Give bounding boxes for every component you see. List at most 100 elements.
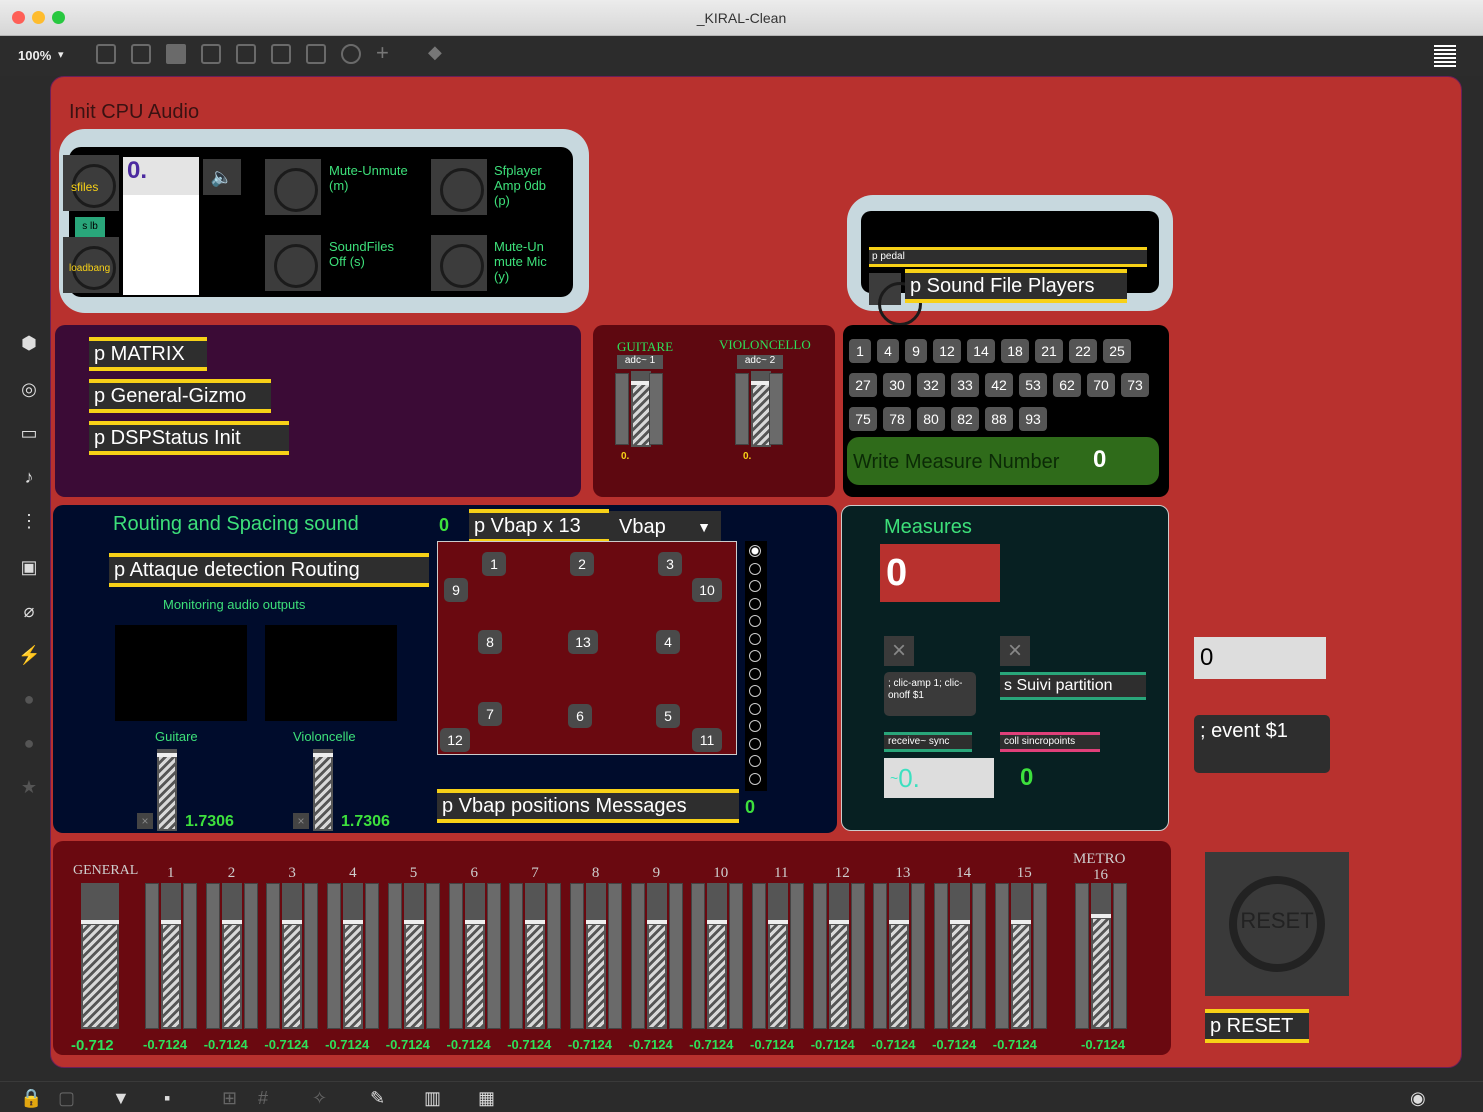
speaker-icon[interactable]: 🔈 [203,159,241,195]
image-icon[interactable]: ▣ [18,556,40,578]
speaker-12[interactable]: 12 [440,728,470,752]
speaker-11[interactable]: 11 [692,728,722,752]
mute-mic-button[interactable] [431,235,487,291]
measure-button-4[interactable]: 4 [877,339,899,363]
violoncelle-toggle[interactable]: × [293,813,309,829]
message-object-icon[interactable] [131,44,151,64]
reset-button[interactable]: RESET [1205,852,1349,996]
speaker-radio-4[interactable] [749,597,761,610]
layers-icon[interactable]: ▪ [164,1087,170,1109]
grid-view-icon[interactable] [1434,45,1456,67]
paint-bucket-icon[interactable]: ◆ [428,42,442,63]
measure-button-93[interactable]: 93 [1019,407,1047,431]
speaker-radio-14[interactable] [749,772,761,785]
speaker-13[interactable]: 13 [568,630,598,654]
speaker-radio-7[interactable] [749,650,761,662]
speaker-7[interactable]: 7 [478,702,502,726]
violoncelle-output-value[interactable]: 1.7306 [341,813,390,831]
channel-value-14[interactable]: -0.7124 [932,1037,976,1052]
channel-value-10[interactable]: -0.7124 [689,1037,733,1052]
measure-button-82[interactable]: 82 [951,407,979,431]
measure-button-53[interactable]: 53 [1019,373,1047,397]
b-icon[interactable]: ● [18,732,40,754]
measure-button-33[interactable]: 33 [951,373,979,397]
speaker-9[interactable]: 9 [444,578,468,602]
guitare-toggle[interactable]: × [137,813,153,829]
receive-sync-object[interactable]: receive~ sync [884,732,972,752]
measure-number[interactable]: 0 [880,544,1000,602]
general-gizmo-subpatcher[interactable]: p General-Gizmo [89,379,271,413]
adc1-object[interactable]: adc~ 1 [617,355,663,369]
grid-icon[interactable]: # [258,1087,268,1109]
clic-toggle[interactable]: × [884,636,914,666]
measure-button-1[interactable]: 1 [849,339,871,363]
matrix-subpatcher[interactable]: p MATRIX [89,337,207,371]
bang-object-icon[interactable] [236,44,256,64]
channel-value-9[interactable]: -0.7124 [629,1037,673,1052]
wrench-icon[interactable]: ✎ [370,1087,385,1109]
presentation-icon[interactable]: ▢ [58,1087,75,1109]
sequence-icon[interactable]: ⋮ [18,510,40,532]
paperclip-icon[interactable]: ⌀ [18,600,40,622]
sfplayers-toggle[interactable] [869,273,922,326]
channel-fader-7[interactable] [525,883,546,1029]
measure-button-70[interactable]: 70 [1087,373,1115,397]
measure-button-73[interactable]: 73 [1121,373,1149,397]
channel-value-1[interactable]: -0.7124 [143,1037,187,1052]
measure-button-62[interactable]: 62 [1053,373,1081,397]
keypad-icon[interactable]: ▦ [478,1087,495,1109]
package-icon[interactable]: ⬢ [18,332,40,354]
sfplayer-amp-button[interactable] [431,159,487,215]
speaker-radio-3[interactable] [749,580,761,592]
speaker-8[interactable]: 8 [478,630,502,654]
speaker-radio-2[interactable] [749,562,761,575]
channel-fader-4[interactable] [343,883,364,1029]
metro-value[interactable]: -0.7124 [1081,1037,1125,1052]
vbap-positions-subpatcher[interactable]: p Vbap positions Messages [437,789,739,823]
panel-icon[interactable]: ▭ [18,422,40,444]
metro-fader[interactable] [1091,883,1111,1029]
debug-icon[interactable]: ✧ [312,1087,327,1109]
dial-object-icon[interactable] [341,44,361,64]
speaker-4[interactable]: 4 [656,630,680,654]
comment-bubble-icon[interactable]: ▼ [112,1087,130,1109]
measure-button-75[interactable]: 75 [849,407,877,431]
channel-fader-12[interactable] [828,883,849,1029]
soundfiles-off-button[interactable] [265,235,321,291]
speaker-radio-12[interactable] [749,737,761,750]
speaker-radiogroup[interactable] [745,541,767,791]
channel-fader-1[interactable] [161,883,181,1029]
vbap-menu[interactable]: Vbap ▼ [609,511,721,543]
channel-fader-15[interactable] [1010,883,1031,1029]
speaker-10[interactable]: 10 [692,578,722,602]
comment-icon[interactable] [166,44,186,64]
keyboard-icon[interactable]: ▥ [424,1087,441,1109]
guitare-output-gain[interactable] [157,749,177,831]
channel-fader-14[interactable] [950,883,971,1029]
measure-button-42[interactable]: 42 [985,373,1013,397]
clic-message[interactable]: ; clic-amp 1; clic-onoff $1 [884,672,976,716]
speaker-radio-10[interactable] [749,702,761,715]
speaker-radio-8[interactable] [749,667,761,680]
measure-button-12[interactable]: 12 [933,339,961,363]
adc2-object[interactable]: adc~ 2 [737,355,783,369]
play-icon[interactable]: ◉ [1410,1087,1426,1109]
channel-value-7[interactable]: -0.7124 [507,1037,551,1052]
speaker-1[interactable]: 1 [482,552,506,576]
channel-fader-9[interactable] [646,883,667,1029]
violoncelle-output-gain[interactable] [313,749,333,831]
slider-object-icon[interactable] [306,44,326,64]
event-message[interactable]: ; event $1 [1194,715,1330,773]
speaker-radio-9[interactable] [749,685,761,697]
number-object-icon[interactable] [271,44,291,64]
measure-button-21[interactable]: 21 [1035,339,1063,363]
measure-button-88[interactable]: 88 [985,407,1013,431]
measure-button-32[interactable]: 32 [917,373,945,397]
speaker-radio-6[interactable] [749,632,761,645]
routing-number[interactable]: 0 [439,515,449,536]
channel-value-13[interactable]: -0.7124 [871,1037,915,1052]
adc2-gain[interactable] [751,371,771,447]
channel-value-12[interactable]: -0.7124 [811,1037,855,1052]
channel-fader-10[interactable] [707,883,728,1029]
speaker-2[interactable]: 2 [570,552,594,576]
